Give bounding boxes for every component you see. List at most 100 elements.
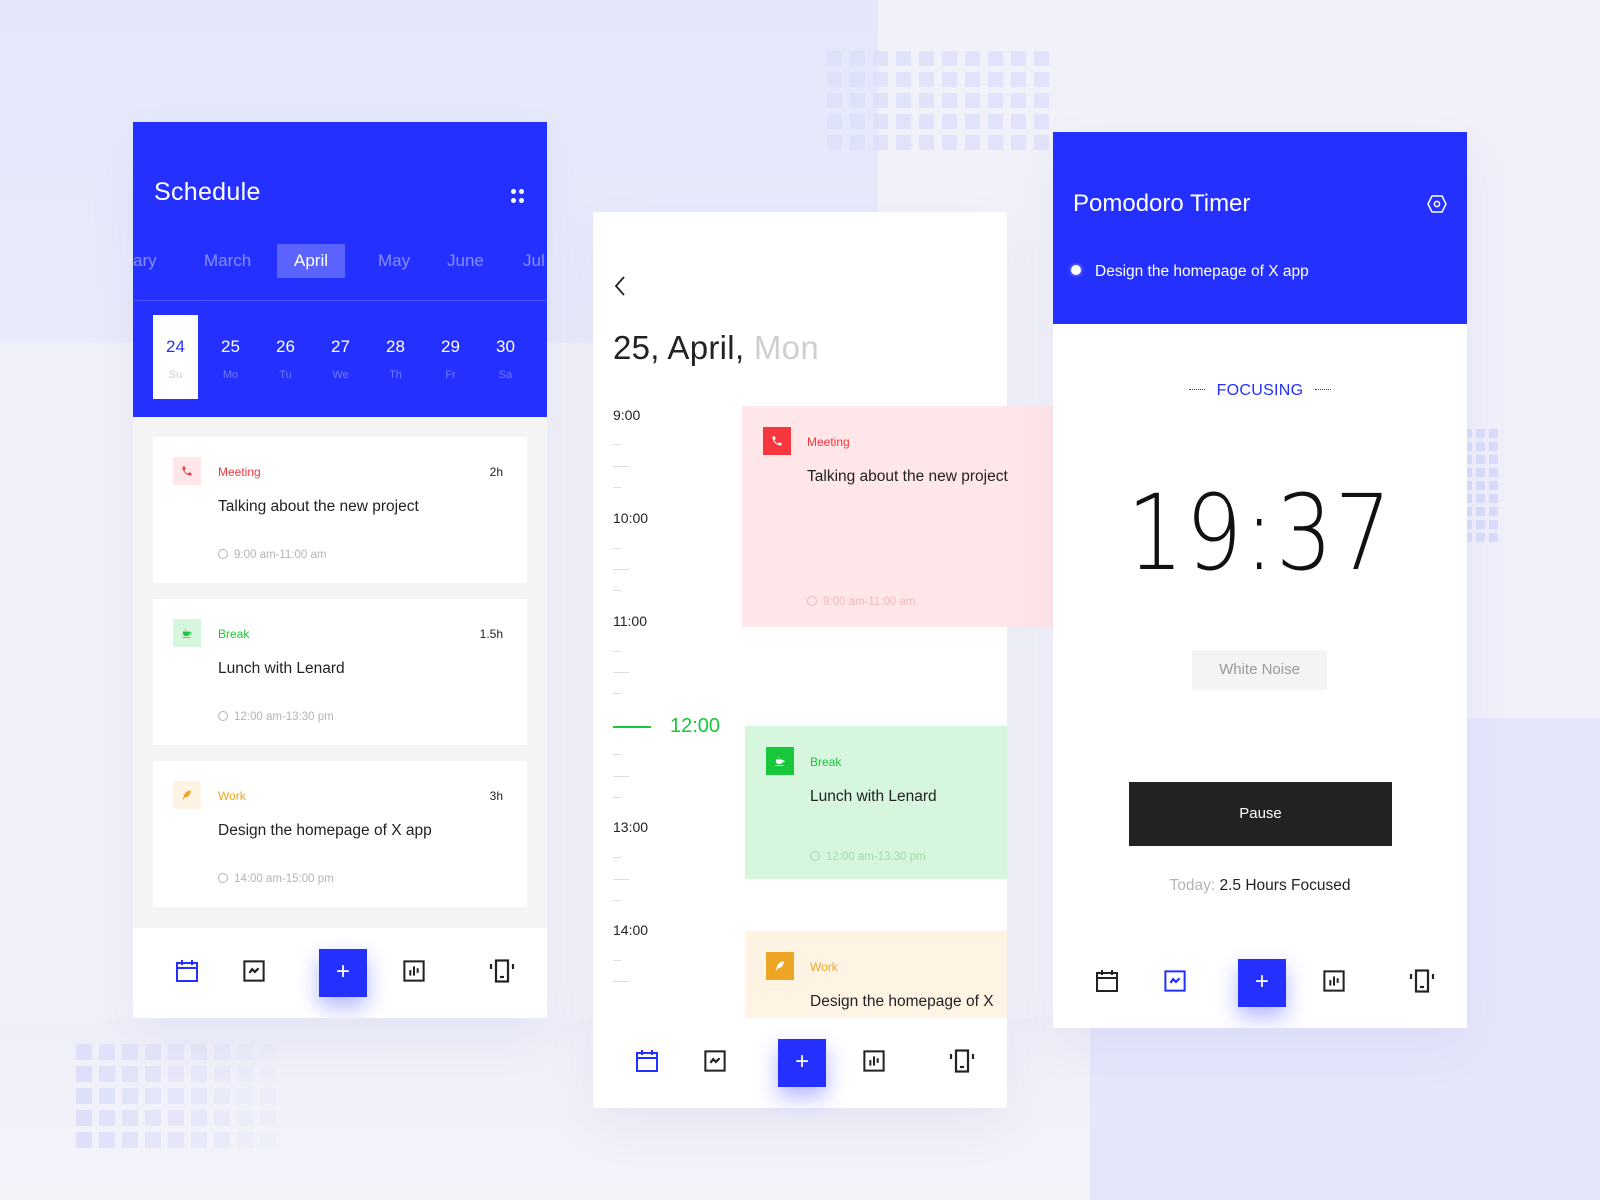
add-button[interactable]: + — [778, 1039, 826, 1087]
decorative-dot — [237, 1110, 253, 1126]
timeline-event-work[interactable]: Work Design the homepage of X — [745, 931, 1007, 1019]
day-item[interactable]: 27 We — [318, 315, 363, 399]
date-title: 25, April, Mon — [613, 329, 819, 367]
decorative-dot — [988, 135, 1003, 150]
day-weekday: Mo — [222, 369, 239, 381]
month-tab[interactable]: Jul — [506, 244, 547, 278]
decorative-dot — [76, 1044, 92, 1060]
status-label: FOCUSING — [1053, 382, 1467, 400]
day-selector: 24 Su 25 Mo 26 Tu 27 We 28 Th 29 Fr 30 Sa — [153, 315, 538, 399]
calendar-icon[interactable] — [1094, 968, 1120, 994]
timer-display: 19:37 — [1126, 472, 1394, 594]
add-button[interactable]: + — [1238, 959, 1286, 1007]
day-number: 29 — [441, 337, 460, 356]
decorative-dot — [827, 135, 842, 150]
day-item[interactable]: 28 Th — [373, 315, 418, 399]
bar-chart-icon[interactable] — [401, 958, 427, 984]
bottom-nav: + — [1053, 938, 1467, 1028]
bar-chart-icon[interactable] — [1321, 968, 1347, 994]
decorative-dot — [1034, 72, 1049, 87]
pomodoro-header: Pomodoro Timer Design the homepage of X … — [1053, 132, 1467, 324]
tick — [613, 797, 621, 798]
day-item[interactable]: 30 Sa — [483, 315, 528, 399]
trend-chart-icon[interactable] — [702, 1048, 728, 1074]
day-number: 24 — [166, 337, 185, 356]
calendar-icon[interactable] — [634, 1048, 660, 1074]
phone-vibrate-icon[interactable] — [949, 1048, 975, 1074]
decorative-dot — [122, 1044, 138, 1060]
timeline-event-break[interactable]: Break Lunch with Lenard 12:00 am-13:30 p… — [745, 726, 1007, 879]
decorative-dot — [1011, 93, 1026, 108]
event-card[interactable]: Work 3h Design the homepage of X app 14:… — [153, 761, 527, 907]
grid-dots-icon[interactable] — [511, 189, 525, 203]
status-text: FOCUSING — [1216, 382, 1304, 399]
clock-icon — [218, 549, 228, 559]
chevron-left-icon[interactable] — [613, 275, 627, 303]
event-time-text: 12:00 am-13:30 pm — [826, 851, 926, 863]
tick — [613, 960, 621, 961]
trend-chart-icon[interactable] — [1162, 968, 1188, 994]
tick — [613, 900, 621, 901]
decorative-dot — [214, 1066, 230, 1082]
decorative-dot — [965, 114, 980, 129]
phone-vibrate-icon[interactable] — [1409, 968, 1435, 994]
decorative-dot — [988, 114, 1003, 129]
event-title: Lunch with Lenard — [218, 660, 345, 677]
decorative-dot — [191, 1066, 207, 1082]
decorative-dot — [1034, 135, 1049, 150]
decorative-dot — [191, 1044, 207, 1060]
white-noise-button[interactable]: White Noise — [1192, 650, 1327, 690]
task-dot-icon — [1071, 265, 1081, 275]
decorative-dot — [873, 135, 888, 150]
event-time-text: 12:00 am-13:30 pm — [234, 711, 334, 723]
tick — [613, 487, 621, 488]
month-tab[interactable]: June — [430, 244, 501, 278]
decorative-dot — [850, 72, 865, 87]
event-type: Meeting — [218, 465, 261, 479]
tick — [613, 879, 629, 880]
decorative-dot — [873, 114, 888, 129]
current-time-line — [613, 726, 651, 728]
phone-vibrate-icon[interactable] — [489, 958, 515, 984]
day-item-selected[interactable]: 24 Su — [153, 315, 198, 399]
day-item[interactable]: 26 Tu — [263, 315, 308, 399]
clock-icon — [218, 873, 228, 883]
decorative-dot — [214, 1132, 230, 1148]
hexagon-settings-icon[interactable] — [1427, 195, 1447, 218]
event-card[interactable]: Meeting 2h Talking about the new project… — [153, 437, 527, 583]
decorative-dot — [919, 114, 934, 129]
day-number: 25 — [221, 337, 240, 356]
day-item[interactable]: 25 Mo — [208, 315, 253, 399]
decorative-dot — [99, 1110, 115, 1126]
decorative-dot — [1489, 429, 1498, 438]
today-summary: Today: 2.5 Hours Focused — [1053, 877, 1467, 895]
month-tab-active[interactable]: April — [277, 244, 346, 278]
month-tab[interactable]: ary — [133, 244, 174, 278]
month-tab[interactable]: March — [187, 244, 268, 278]
decorative-dot — [122, 1066, 138, 1082]
pause-button[interactable]: Pause — [1129, 782, 1392, 846]
month-tab[interactable]: May — [361, 244, 427, 278]
decorative-dot — [1476, 468, 1485, 477]
trend-chart-icon[interactable] — [241, 958, 267, 984]
add-button[interactable]: + — [319, 949, 367, 997]
bar-chart-icon[interactable] — [861, 1048, 887, 1074]
decorative-dot — [145, 1110, 161, 1126]
tick — [613, 672, 629, 673]
decorative-dot — [237, 1066, 253, 1082]
decorative-dot — [260, 1110, 276, 1126]
hour-label: 9:00 — [613, 407, 641, 423]
event-time: 12:00 am-13:30 pm — [810, 851, 926, 863]
day-item[interactable]: 29 Fr — [428, 315, 473, 399]
date-weekday: Mon — [753, 329, 819, 366]
decorative-dot-grid — [76, 1044, 276, 1148]
decorative-dot — [122, 1110, 138, 1126]
calendar-icon[interactable] — [174, 958, 200, 984]
decorative-dot — [1476, 507, 1485, 516]
today-value: 2.5 Hours Focused — [1219, 877, 1351, 894]
event-card[interactable]: Break 1.5h Lunch with Lenard 12:00 am-13… — [153, 599, 527, 745]
hour-label: 10:00 — [613, 510, 649, 526]
event-duration: 3h — [489, 789, 503, 803]
day-weekday: Su — [168, 369, 183, 381]
event-time-text: 9:00 am-11:00 am — [823, 596, 916, 608]
